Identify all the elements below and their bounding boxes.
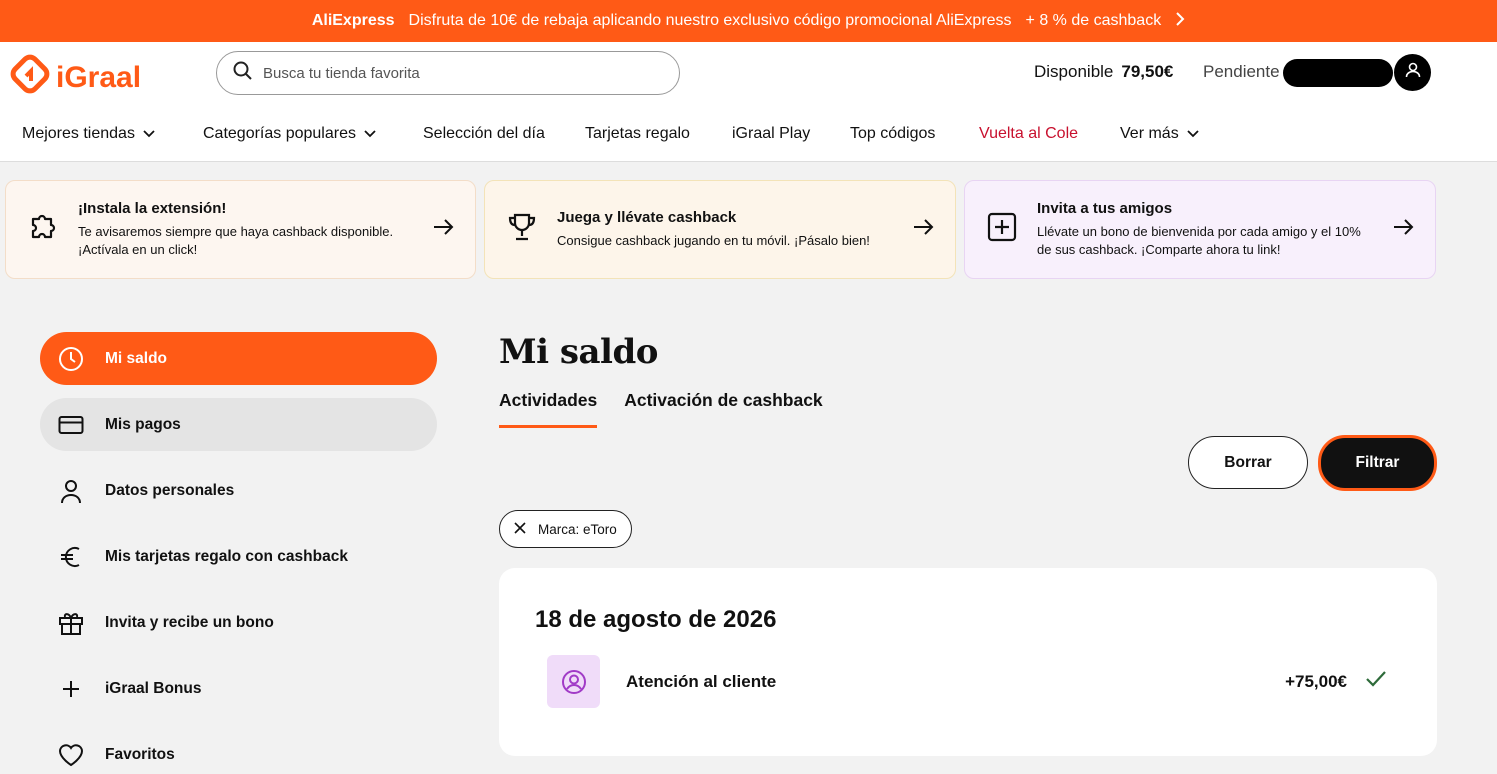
activity-date: 18 de agosto de 2026	[535, 606, 777, 633]
sidebar-item-label: Mi saldo	[105, 349, 168, 367]
account-sidebar: Mi saldo Mis pagos Datos personales Mis …	[40, 332, 437, 774]
nav-vuelta-al-cole[interactable]: Vuelta al Cole	[979, 125, 1078, 143]
search-box[interactable]	[216, 51, 680, 95]
puzzle-icon	[26, 210, 60, 249]
arrow-right-icon	[433, 218, 455, 241]
card-desc: Consigue cashback jugando en tu móvil. ¡…	[557, 233, 870, 248]
nav-mejores-tiendas[interactable]: Mejores tiendas	[22, 125, 155, 143]
nav-tarjetas-regalo[interactable]: Tarjetas regalo	[585, 125, 690, 143]
sidebar-item-mi-saldo[interactable]: Mi saldo	[40, 332, 437, 385]
clear-button[interactable]: Borrar	[1188, 436, 1308, 489]
card-install-extension[interactable]: ¡Instala la extensión! Te avisaremos sie…	[5, 180, 476, 279]
card-desc: Te avisaremos siempre que haya cashback …	[78, 224, 394, 257]
card-title: Invita a tus amigos	[1037, 200, 1173, 217]
tab-actividades[interactable]: Actividades	[499, 390, 598, 428]
nav-label: Tarjetas regalo	[585, 125, 690, 142]
sidebar-item-label: Mis tarjetas regalo con cashback	[105, 547, 348, 565]
chevron-right-icon	[1175, 11, 1185, 31]
nav-label: Categorías populares	[203, 125, 356, 142]
heart-icon	[57, 741, 85, 769]
filter-chip[interactable]: Marca: eToro	[499, 510, 632, 548]
nav-igraal-play[interactable]: iGraal Play	[732, 125, 810, 143]
nav-categorias-populares[interactable]: Categorías populares	[203, 125, 376, 143]
card-title: Juega y llévate cashback	[557, 209, 737, 226]
sidebar-item-label: Favoritos	[105, 745, 175, 763]
gift-icon	[57, 609, 85, 637]
nav-label: Ver más	[1120, 125, 1179, 142]
plus-square-icon	[985, 210, 1019, 249]
tab-activacion-cashback[interactable]: Activación de cashback	[624, 390, 822, 428]
arrow-right-icon	[913, 218, 935, 241]
nav-label: Selección del día	[423, 125, 545, 142]
user-icon	[1404, 61, 1422, 84]
chevron-down-icon	[364, 125, 376, 143]
nav-label: Mejores tiendas	[22, 125, 135, 142]
card-title: ¡Instala la extensión!	[78, 200, 227, 217]
card-play-cashback[interactable]: Juega y llévate cashback Consigue cashba…	[484, 180, 956, 279]
activity-panel: 18 de agosto de 2026 Atención al cliente…	[499, 568, 1437, 756]
sidebar-item-label: Invita y recibe un bono	[105, 613, 274, 631]
balance-tabs: Actividades Activación de cashback	[499, 390, 823, 428]
sidebar-item-invita[interactable]: Invita y recibe un bono	[40, 596, 437, 649]
sidebar-item-mis-pagos[interactable]: Mis pagos	[40, 398, 437, 451]
nav-seleccion-del-dia[interactable]: Selección del día	[423, 125, 545, 143]
available-balance: Disponible 79,50€	[1034, 62, 1173, 82]
logo[interactable]: iGraal	[10, 54, 141, 102]
sidebar-item-label: iGraal Bonus	[105, 679, 202, 697]
available-amount: 79,50€	[1121, 62, 1174, 81]
header: iGraal Disponible 79,50€ Pendiente Mejor…	[0, 42, 1497, 162]
sidebar-item-label: Mis pagos	[105, 415, 181, 433]
main-nav: Mejores tiendas Categorías populares Sel…	[0, 122, 1497, 146]
card-invite-friends[interactable]: Invita a tus amigos Llévate un bono de b…	[964, 180, 1436, 279]
sidebar-item-label: Datos personales	[105, 481, 235, 499]
clock-icon	[57, 345, 85, 373]
promo-cards: ¡Instala la extensión! Te avisaremos sie…	[5, 180, 1437, 279]
euro-icon	[57, 543, 85, 571]
filter-button[interactable]: Filtrar	[1318, 435, 1437, 491]
nav-top-codigos[interactable]: Top códigos	[850, 125, 935, 143]
main-content: Mi saldo Actividades Activación de cashb…	[499, 332, 1437, 756]
pending-label: Pendiente	[1203, 62, 1280, 81]
filter-chip-label: Marca: eToro	[538, 521, 617, 537]
logo-text: iGraal	[56, 61, 142, 94]
promo-extra: + 8 % de cashback	[1025, 12, 1162, 29]
search-input[interactable]	[263, 64, 643, 82]
sidebar-item-datos-personales[interactable]: Datos personales	[40, 464, 437, 517]
redacted-pending-amount	[1283, 59, 1393, 87]
promo-bar[interactable]: AliExpress Disfruta de 10€ de rebaja apl…	[0, 0, 1497, 42]
trophy-icon	[505, 210, 539, 249]
nav-label: Vuelta al Cole	[979, 125, 1079, 142]
close-icon[interactable]	[514, 521, 526, 537]
chevron-down-icon	[143, 125, 155, 143]
promo-text: Disfruta de 10€ de rebaja aplicando nues…	[408, 12, 1012, 29]
account-button[interactable]	[1394, 54, 1431, 91]
chevron-down-icon	[1187, 125, 1199, 143]
nav-label: iGraal Play	[732, 125, 811, 142]
customer-service-icon	[547, 655, 600, 708]
available-label: Disponible	[1034, 62, 1114, 81]
page-title: Mi saldo	[499, 332, 658, 372]
sidebar-item-tarjetas-regalo[interactable]: Mis tarjetas regalo con cashback	[40, 530, 437, 583]
promo-brand: AliExpress	[311, 12, 395, 29]
nav-label: Top códigos	[850, 125, 936, 142]
user-icon	[57, 477, 85, 505]
sidebar-item-favoritos[interactable]: Favoritos	[40, 728, 437, 774]
nav-ver-mas[interactable]: Ver más	[1120, 125, 1199, 143]
transaction-amount: +75,00€	[1285, 671, 1347, 691]
sidebar-item-igraal-bonus[interactable]: iGraal Bonus	[40, 662, 437, 715]
plus-icon	[57, 675, 85, 703]
transaction-name: Atención al cliente	[626, 671, 777, 691]
transaction-row[interactable]: Atención al cliente +75,00€	[547, 655, 1387, 708]
card-icon	[57, 411, 85, 439]
search-icon	[233, 61, 253, 86]
arrow-right-icon	[1393, 218, 1415, 241]
card-desc: Llévate un bono de bienvenida por cada a…	[1037, 224, 1361, 257]
igraal-logo-icon	[10, 54, 50, 102]
check-icon	[1365, 670, 1387, 693]
